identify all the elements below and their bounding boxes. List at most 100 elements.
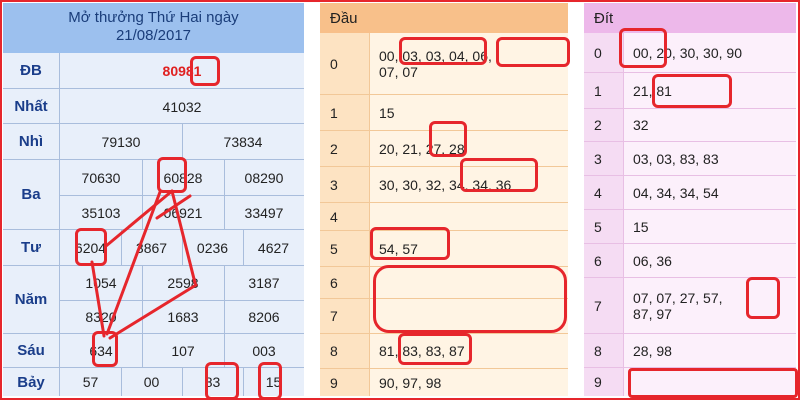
- dau-key: 5: [320, 231, 370, 266]
- cell-divider: [60, 195, 304, 196]
- prize-row-nhi: Nhì 79130 73834: [3, 124, 304, 160]
- prize-value: 35103: [81, 204, 121, 221]
- highlight-box: [157, 157, 187, 193]
- highlight-box: [496, 37, 570, 67]
- prize-label: Tư: [3, 230, 60, 265]
- dit-key: 9: [584, 368, 624, 396]
- cell-divider: [182, 230, 183, 266]
- dit-row: 5 15: [584, 210, 796, 244]
- prize-value: 08290: [244, 169, 284, 186]
- prize-value: 3867: [135, 240, 168, 256]
- dau-key: 0: [320, 33, 370, 94]
- dit-key: 4: [584, 176, 624, 209]
- column-gap: [304, 3, 320, 396]
- dau-values: 15: [370, 95, 568, 130]
- highlight-box: [399, 37, 487, 65]
- prize-value: 8320: [85, 309, 117, 325]
- dit-key: 0: [584, 33, 624, 72]
- results-header: Mở thưởng Thứ Hai ngày 21/08/2017: [3, 3, 304, 53]
- dit-key: 3: [584, 142, 624, 175]
- dit-table: Đít 0 00, 20, 30, 30, 90 1 21, 81 2 32 3…: [584, 3, 796, 396]
- prize-value: 2598: [167, 275, 199, 291]
- dau-key: 3: [320, 167, 370, 202]
- dit-key: 5: [584, 210, 624, 243]
- highlight-box: [92, 331, 118, 367]
- prize-value: 41032: [162, 98, 202, 115]
- cell-divider: [142, 334, 143, 368]
- highlight-box: [373, 265, 567, 333]
- dit-key: 7: [584, 278, 624, 333]
- dit-key: 6: [584, 244, 624, 277]
- cell-divider: [243, 230, 244, 266]
- prize-label: Năm: [3, 266, 60, 333]
- dit-row: 3 03, 03, 83, 83: [584, 142, 796, 176]
- prize-value: 33497: [244, 204, 284, 221]
- highlight-box: [746, 277, 780, 319]
- dau-key: 6: [320, 267, 370, 298]
- prize-value: 3187: [248, 275, 280, 291]
- cell-divider: [60, 300, 304, 301]
- dit-title: Đít: [594, 10, 614, 27]
- highlight-box: [652, 74, 732, 108]
- prize-label: Bảy: [3, 368, 60, 396]
- cell-divider: [121, 368, 122, 396]
- dau-key: 8: [320, 334, 370, 368]
- cell-divider: [182, 368, 183, 396]
- prize-value: 0236: [196, 240, 229, 256]
- dit-row: 2 32: [584, 109, 796, 142]
- dit-row: 4 04, 34, 34, 54: [584, 176, 796, 210]
- dit-key: 1: [584, 73, 624, 108]
- highlight-box: [398, 333, 472, 365]
- dit-row: 0 00, 20, 30, 30, 90: [584, 33, 796, 73]
- prize-value-db: 80981: [162, 63, 202, 79]
- prize-row-ba: Ba 70630 60828 08290 35103 06921 33497: [3, 160, 304, 230]
- column-gap: [568, 3, 584, 396]
- highlight-box: [205, 362, 239, 400]
- prize-value: 1054: [85, 275, 117, 291]
- dau-key: 1: [320, 95, 370, 130]
- prize-value: 06921: [163, 204, 203, 221]
- cell-divider: [121, 230, 122, 266]
- highlight-box: [460, 158, 538, 192]
- prize-label: ĐB: [3, 53, 60, 88]
- dit-values: 06, 36: [624, 244, 796, 277]
- highlight-box: [258, 362, 282, 400]
- results-header-date: 21/08/2017: [115, 27, 192, 44]
- highlight-box: [619, 28, 667, 68]
- dit-header: [584, 3, 796, 33]
- prize-label: Nhì: [3, 124, 60, 159]
- prize-value: 00: [143, 374, 160, 390]
- dau-values: 90, 97, 98: [370, 369, 568, 396]
- dit-values: 03, 03, 83, 83: [624, 142, 796, 175]
- prize-value: 73834: [223, 134, 263, 150]
- prize-value: 1683: [167, 309, 199, 325]
- dau-values: [370, 203, 568, 230]
- prize-row-db: ĐB 80981: [3, 53, 304, 89]
- highlight-box: [429, 121, 467, 157]
- dau-row: 9 90, 97, 98: [320, 369, 568, 396]
- highlight-box: [75, 228, 107, 266]
- dau-key: 7: [320, 299, 370, 333]
- prize-row-nam: Năm 1054 2598 3187 8320 1683 8206: [3, 266, 304, 334]
- prize-row-tu: Tư 6204 3867 0236 4627: [3, 230, 304, 266]
- prize-value: 70630: [81, 169, 121, 186]
- prize-value: 4627: [257, 240, 290, 256]
- results-table: Mở thưởng Thứ Hai ngày 21/08/2017 ĐB 809…: [3, 3, 305, 396]
- prize-label: Ba: [3, 160, 60, 229]
- dit-values: 32: [624, 109, 796, 141]
- dau-title: Đầu: [330, 10, 358, 27]
- dit-key: 8: [584, 334, 624, 367]
- prize-row-nhat: Nhất 41032: [3, 89, 304, 124]
- dit-row: 8 28, 98: [584, 334, 796, 368]
- dit-values: 04, 34, 34, 54: [624, 176, 796, 209]
- highlight-box: [370, 227, 450, 260]
- dit-row: 6 06, 36: [584, 244, 796, 278]
- dau-key: 4: [320, 203, 370, 230]
- dau-key: 2: [320, 131, 370, 166]
- prize-value: 8206: [248, 309, 280, 325]
- prize-value: 79130: [101, 134, 141, 150]
- prize-label: Nhất: [3, 89, 60, 123]
- highlight-box: [628, 368, 798, 398]
- dit-key: 2: [584, 109, 624, 141]
- highlight-box: [190, 56, 220, 86]
